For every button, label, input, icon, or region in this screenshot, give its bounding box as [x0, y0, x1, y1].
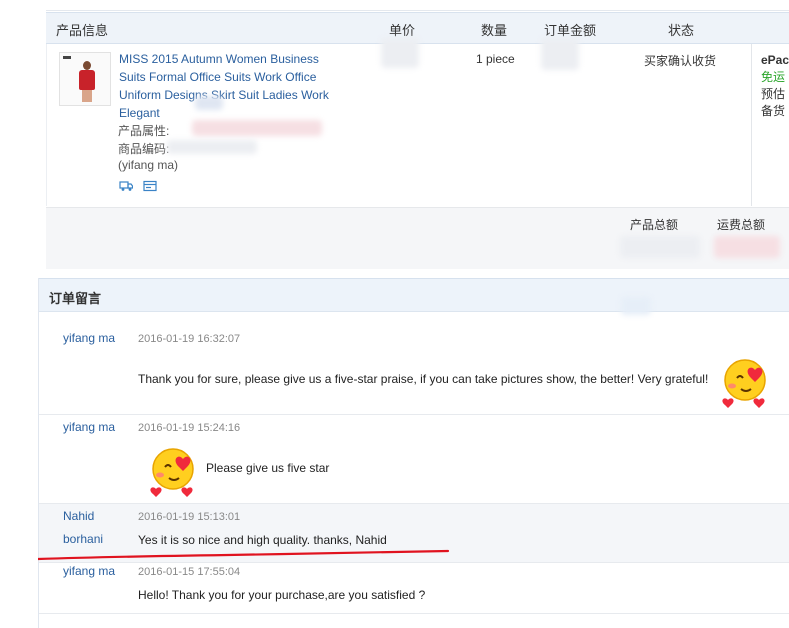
thumb-logo — [63, 56, 71, 59]
title-line: MISS 2015 Autumn Women Business — [119, 52, 319, 66]
message-author[interactable]: yifang ma — [63, 327, 133, 350]
message-author[interactable]: Nahid borhani — [63, 505, 133, 551]
message-time: 2016-01-19 15:24:16 — [138, 422, 241, 434]
product-thumbnail[interactable] — [59, 52, 111, 106]
redacted-product-total — [620, 236, 700, 258]
order-row: MISS 2015 Autumn Women Business Suits Fo… — [46, 38, 789, 206]
col-order-amount: 订单金额 — [544, 23, 597, 38]
message-text: Yes it is so nice and high quality. than… — [138, 533, 387, 547]
free-shipping: 免运 — [761, 70, 786, 84]
redacted-order-amount — [541, 38, 579, 70]
estimated-delivery: 预估 — [761, 87, 786, 101]
col-quantity: 数量 — [481, 23, 508, 38]
attribute-label: 产品属性: — [118, 124, 170, 138]
title-line: Suits Formal Office Suits Work Office — [119, 70, 317, 84]
col-unit-price: 单价 — [389, 23, 416, 38]
product-total-label: 产品总额 — [630, 218, 679, 232]
message-time: 2016-01-15 17:55:04 — [138, 566, 241, 578]
shipping-total-label: 运费总额 — [717, 218, 766, 232]
product-title-link[interactable]: MISS 2015 Autumn Women Business Suits Fo… — [119, 50, 344, 122]
order-messages-panel: 订单留言 yifang ma 2016-01-19 16:32:07 Thank… — [38, 278, 789, 628]
top-divider — [46, 0, 789, 11]
message-item: yifang ma 2016-01-19 16:32:07 Thank you … — [39, 312, 789, 415]
redacted-shipping-total — [714, 236, 780, 258]
redacted-blur — [195, 96, 223, 110]
messages-header: 订单留言 — [39, 278, 789, 315]
sku-label: 商品编码: — [118, 142, 170, 156]
title-line: Uniform Designs Skirt Suit Ladies Work — [119, 88, 329, 102]
order-totals: 产品总额 运费总额 — [46, 207, 789, 269]
seller-name: (yifang ma) — [118, 158, 179, 172]
messages-title: 订单留言 — [49, 291, 102, 306]
order-table: 产品信息 单价 数量 订单金额 状态 MISS 2015 Autumn Wome… — [46, 0, 789, 269]
message-time: 2016-01-19 16:32:07 — [138, 333, 241, 345]
left-margin — [0, 0, 36, 628]
thumb-red-suit — [79, 70, 95, 90]
message-text: Hello! Thank you for your purchase,are y… — [138, 588, 426, 602]
message-item: yifang ma 2016-01-19 15:24:16 Please giv… — [39, 415, 789, 504]
redacted-unit-price — [381, 38, 419, 68]
thumb-model-head — [83, 61, 91, 70]
love-emoji-icon — [719, 356, 771, 413]
shipping-info: ePac 免运 预估 备货 — [761, 52, 789, 120]
annotation-underline — [38, 549, 450, 561]
stock-time: 备货 — [761, 104, 786, 118]
redacted-sku — [167, 140, 257, 154]
column-divider — [751, 44, 752, 206]
message-text: Please give us five star — [206, 461, 330, 475]
shipping-method: ePac — [761, 53, 789, 67]
message-text: Thank you for sure, please give us a fiv… — [138, 372, 709, 386]
col-product-info: 产品信息 — [56, 23, 109, 38]
author-line: Nahid — [63, 509, 95, 523]
order-status: 买家确认收货 — [644, 54, 717, 68]
logistics-icon[interactable] — [119, 180, 134, 192]
message-author[interactable]: yifang ma — [63, 416, 133, 439]
col-status: 状态 — [668, 23, 695, 38]
quantity-value: 1 piece — [476, 52, 515, 66]
message-time: 2016-01-19 15:13:01 — [138, 511, 241, 523]
message-item: yifang ma 2016-01-15 17:55:04 Hello! Tha… — [39, 563, 789, 614]
card-icon[interactable] — [143, 180, 157, 192]
thumb-model-legs — [82, 90, 92, 102]
redacted-attribute — [192, 120, 322, 136]
love-emoji-icon — [147, 445, 199, 502]
message-author[interactable]: yifang ma — [63, 560, 133, 583]
